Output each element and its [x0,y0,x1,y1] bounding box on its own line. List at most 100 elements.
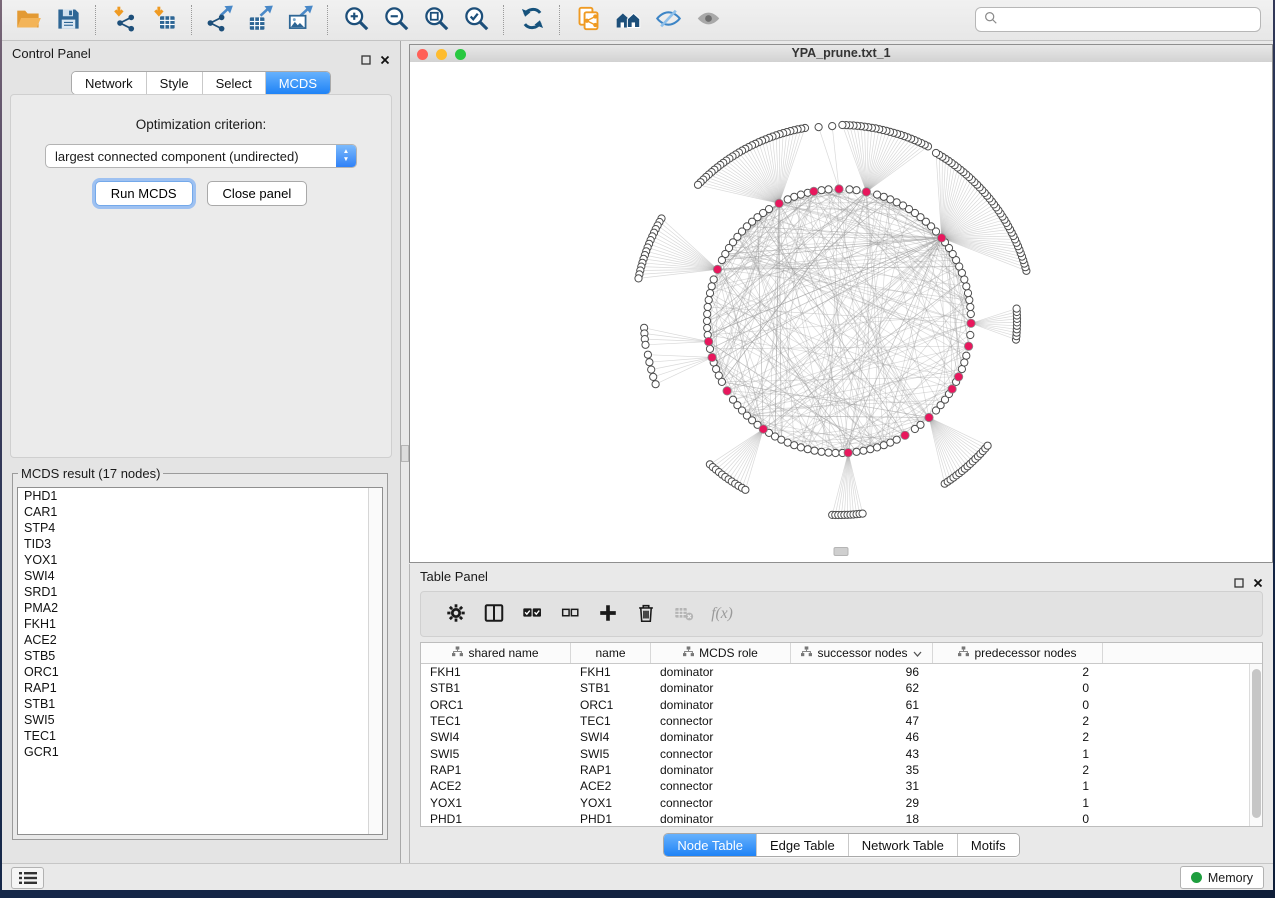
run-mcds-button[interactable]: Run MCDS [95,181,193,206]
search-input[interactable] [1004,11,1252,28]
cell-name[interactable]: FKH1 [571,665,651,679]
cell-name[interactable]: ACE2 [571,779,651,793]
cell-successor-nodes[interactable]: 29 [791,796,933,810]
tab-mcds[interactable]: MCDS [265,72,330,94]
cell-successor-nodes[interactable]: 61 [791,698,933,712]
column-header-predecessor-nodes[interactable]: predecessor nodes [933,643,1103,663]
table-row[interactable]: RAP1RAP1dominator352 [421,762,1262,778]
cell-name[interactable]: TEC1 [571,714,651,728]
search-box[interactable] [975,7,1261,32]
mcds-result-item[interactable]: ACE2 [18,632,382,648]
cell-shared-name[interactable]: SWI4 [421,730,571,744]
cell-mcds-role[interactable]: connector [651,779,791,793]
cell-predecessor-nodes[interactable]: 2 [933,714,1103,728]
cell-successor-nodes[interactable]: 31 [791,779,933,793]
column-header-name[interactable]: name [571,643,651,663]
table-row[interactable]: PHD1PHD1dominator180 [421,811,1262,827]
cell-mcds-role[interactable]: dominator [651,812,791,826]
table-row[interactable]: SWI5SWI5connector431 [421,745,1262,761]
zoom-selected-button[interactable] [456,2,496,38]
column-header-mcds-role[interactable]: MCDS role [651,643,791,663]
mcds-result-item[interactable]: SRD1 [18,584,382,600]
split-columns-button[interactable] [475,596,513,632]
memory-button[interactable]: Memory [1180,866,1264,889]
table-row[interactable]: ORC1ORC1dominator610 [421,697,1262,713]
cell-mcds-role[interactable]: connector [651,747,791,761]
table-row[interactable]: FKH1FKH1dominator962 [421,664,1262,680]
cell-name[interactable]: SWI4 [571,730,651,744]
mcds-result-item[interactable]: STB1 [18,696,382,712]
tab-edge-table[interactable]: Edge Table [756,834,848,856]
hide-eye-button[interactable] [648,2,688,38]
cell-name[interactable]: ORC1 [571,698,651,712]
select-all-button[interactable] [513,596,551,632]
close-window-button[interactable] [417,49,428,60]
cell-predecessor-nodes[interactable]: 2 [933,763,1103,777]
cell-successor-nodes[interactable]: 35 [791,763,933,777]
cell-predecessor-nodes[interactable]: 0 [933,812,1103,826]
cell-name[interactable]: YOX1 [571,796,651,810]
mcds-result-item[interactable]: STP4 [18,520,382,536]
mcds-result-item[interactable]: YOX1 [18,552,382,568]
column-header-successor-nodes[interactable]: successor nodes [791,643,933,663]
cell-predecessor-nodes[interactable]: 1 [933,747,1103,761]
cell-shared-name[interactable]: FKH1 [421,665,571,679]
cell-predecessor-nodes[interactable]: 2 [933,730,1103,744]
mcds-list-scrollbar[interactable] [368,488,382,834]
cell-shared-name[interactable]: STB1 [421,681,571,695]
network-canvas[interactable] [410,62,1272,562]
cell-mcds-role[interactable]: dominator [651,730,791,744]
deselect-all-button[interactable] [551,596,589,632]
close-panel-button[interactable]: Close panel [207,181,308,206]
table-scrollbar-thumb[interactable] [1252,669,1261,818]
cell-mcds-role[interactable]: connector [651,714,791,728]
mcds-result-item[interactable]: STB5 [18,648,382,664]
cell-successor-nodes[interactable]: 46 [791,730,933,744]
tab-network-table[interactable]: Network Table [848,834,957,856]
mcds-result-item[interactable]: ORC1 [18,664,382,680]
cell-name[interactable]: STB1 [571,681,651,695]
task-history-button[interactable] [11,867,44,889]
cell-shared-name[interactable]: ORC1 [421,698,571,712]
import-network-button[interactable] [104,2,144,38]
mcds-result-item[interactable]: FKH1 [18,616,382,632]
cell-predecessor-nodes[interactable]: 2 [933,665,1103,679]
import-table-button[interactable] [144,2,184,38]
cell-successor-nodes[interactable]: 96 [791,665,933,679]
cell-shared-name[interactable]: PHD1 [421,812,571,826]
cell-name[interactable]: RAP1 [571,763,651,777]
cell-shared-name[interactable]: TEC1 [421,714,571,728]
cell-shared-name[interactable]: SWI5 [421,747,571,761]
table-row[interactable]: YOX1YOX1connector291 [421,794,1262,810]
mcds-result-item[interactable]: PHD1 [18,488,382,504]
export-image-button[interactable] [280,2,320,38]
mcds-result-item[interactable]: GCR1 [18,744,382,760]
cell-predecessor-nodes[interactable]: 1 [933,796,1103,810]
cell-successor-nodes[interactable]: 62 [791,681,933,695]
delete-row-button[interactable] [627,596,665,632]
zoom-in-button[interactable] [336,2,376,38]
gear-button[interactable] [437,596,475,632]
mcds-result-item[interactable]: TEC1 [18,728,382,744]
cell-mcds-role[interactable]: connector [651,796,791,810]
clone-network-button[interactable] [568,2,608,38]
panel-splitter-grip[interactable] [401,445,409,462]
criterion-dropdown[interactable]: largest connected component (undirected)… [45,144,357,168]
open-file-button[interactable] [8,2,48,38]
cell-shared-name[interactable]: YOX1 [421,796,571,810]
table-row[interactable]: SWI4SWI4dominator462 [421,729,1262,745]
mcds-result-item[interactable]: TID3 [18,536,382,552]
mcds-result-item[interactable]: PMA2 [18,600,382,616]
tab-select[interactable]: Select [202,72,265,94]
cell-shared-name[interactable]: RAP1 [421,763,571,777]
show-all-networks-button[interactable] [608,2,648,38]
column-header-shared-name[interactable]: shared name [421,643,571,663]
table-splitter-grip[interactable] [834,547,849,556]
cell-predecessor-nodes[interactable]: 0 [933,681,1103,695]
mcds-result-item[interactable]: SWI4 [18,568,382,584]
export-table-button[interactable] [240,2,280,38]
cell-predecessor-nodes[interactable]: 0 [933,698,1103,712]
zoom-fit-button[interactable] [416,2,456,38]
cell-successor-nodes[interactable]: 18 [791,812,933,826]
tab-style[interactable]: Style [146,72,202,94]
